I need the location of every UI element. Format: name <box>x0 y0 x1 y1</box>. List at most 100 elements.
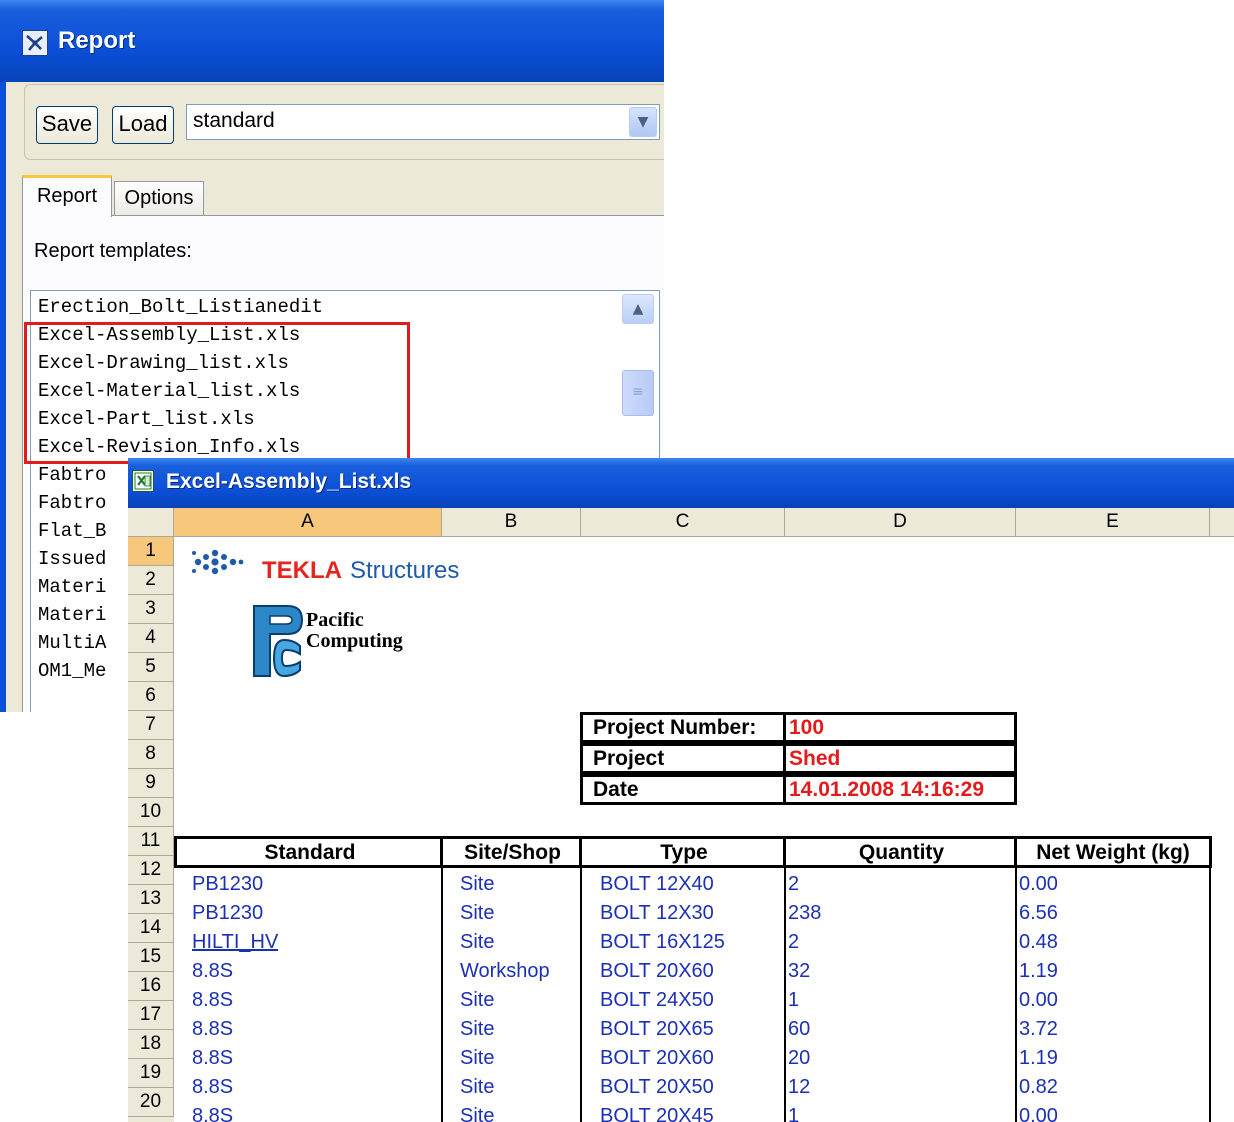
column-header-b[interactable]: B <box>442 508 581 536</box>
row-header[interactable]: 7 <box>128 711 174 740</box>
row-header[interactable]: 3 <box>128 595 174 624</box>
row-header[interactable]: 17 <box>128 1001 174 1030</box>
row-header[interactable]: 11 <box>128 827 174 856</box>
scroll-up-icon[interactable]: ▲ <box>622 294 654 324</box>
row-header[interactable]: 16 <box>128 972 174 1001</box>
cell-standard[interactable]: 8.8S <box>192 1101 233 1122</box>
excel-title-bar[interactable]: Excel-Assembly_List.xls <box>128 458 1234 508</box>
chevron-down-icon[interactable]: ▼ <box>629 107 657 137</box>
cell-type[interactable]: BOLT 16X125 <box>600 927 725 956</box>
project-number-value[interactable]: 100 <box>783 712 1017 743</box>
load-button[interactable]: Load <box>112 106 174 144</box>
cell-net-weight[interactable]: 3.72 <box>1019 1014 1058 1043</box>
cell-type[interactable]: BOLT 20X65 <box>600 1014 714 1043</box>
list-item[interactable]: Fabtro <box>38 492 106 514</box>
list-item[interactable]: Materi <box>38 604 106 626</box>
row-header[interactable]: 14 <box>128 914 174 943</box>
cell-quantity[interactable]: 1 <box>788 1101 799 1122</box>
cell-site-shop[interactable]: Site <box>460 869 494 898</box>
cell-site-shop[interactable]: Site <box>460 985 494 1014</box>
column-title-quantity: Quantity <box>783 836 1017 868</box>
cell-quantity[interactable]: 1 <box>788 985 799 1014</box>
row-header[interactable]: 20 <box>128 1088 174 1117</box>
row-header[interactable]: 1 <box>128 537 174 566</box>
row-header[interactable]: 8 <box>128 740 174 769</box>
column-header-e[interactable]: E <box>1016 508 1210 536</box>
save-button[interactable]: Save <box>36 106 98 144</box>
tekla-brand: TEKLA <box>262 557 342 584</box>
list-item[interactable]: Materi <box>38 576 106 598</box>
cell-type[interactable]: BOLT 12X30 <box>600 898 714 927</box>
cell-site-shop[interactable]: Site <box>460 1014 494 1043</box>
row-header[interactable]: 19 <box>128 1059 174 1088</box>
row-header[interactable]: 13 <box>128 885 174 914</box>
grid-line <box>784 866 786 1122</box>
cell-net-weight[interactable]: 6.56 <box>1019 898 1058 927</box>
cell-standard[interactable]: 8.8S <box>192 1072 233 1101</box>
cell-type[interactable]: BOLT 20X45 <box>600 1101 714 1122</box>
row-header[interactable]: 10 <box>128 798 174 827</box>
column-headers: A B C D E <box>128 508 1234 537</box>
list-item[interactable]: MultiA <box>38 632 106 654</box>
row-header[interactable]: 9 <box>128 769 174 798</box>
preset-value: standard <box>193 109 275 132</box>
column-header-d[interactable]: D <box>785 508 1016 536</box>
cell-net-weight[interactable]: 0.48 <box>1019 927 1058 956</box>
cell-standard[interactable]: 8.8S <box>192 956 233 985</box>
cell-net-weight[interactable]: 0.82 <box>1019 1072 1058 1101</box>
cell-site-shop[interactable]: Site <box>460 1072 494 1101</box>
pacific-computing-line2: Computing <box>306 630 403 652</box>
cell-net-weight[interactable]: 1.19 <box>1019 956 1058 985</box>
cell-quantity[interactable]: 32 <box>788 956 810 985</box>
cell-net-weight[interactable]: 0.00 <box>1019 1101 1058 1122</box>
date-value[interactable]: 14.01.2008 14:16:29 <box>783 774 1017 805</box>
cell-quantity[interactable]: 12 <box>788 1072 810 1101</box>
cell-quantity[interactable]: 238 <box>788 898 821 927</box>
row-header[interactable]: 15 <box>128 943 174 972</box>
cell-type[interactable]: BOLT 24X50 <box>600 985 714 1014</box>
cell-type[interactable]: BOLT 20X60 <box>600 956 714 985</box>
row-header[interactable]: 4 <box>128 624 174 653</box>
scrollbar-thumb[interactable]: ≡ <box>622 370 654 416</box>
cell-site-shop[interactable]: Workshop <box>460 956 550 985</box>
cell-site-shop[interactable]: Site <box>460 1101 494 1122</box>
project-value[interactable]: Shed <box>783 743 1017 774</box>
cell-standard[interactable]: 8.8S <box>192 1043 233 1072</box>
column-header-c[interactable]: C <box>581 508 785 536</box>
list-item[interactable]: Fabtro <box>38 464 106 486</box>
cell-quantity[interactable]: 20 <box>788 1043 810 1072</box>
row-header[interactable]: 6 <box>128 682 174 711</box>
cell-standard[interactable]: HILTI_HV <box>192 927 278 956</box>
cell-quantity[interactable]: 60 <box>788 1014 810 1043</box>
tab-report[interactable]: Report <box>22 175 112 217</box>
list-item[interactable]: Flat_B <box>38 520 106 542</box>
cell-quantity[interactable]: 2 <box>788 869 799 898</box>
row-header[interactable]: 5 <box>128 653 174 682</box>
report-templates-label: Report templates: <box>34 240 192 262</box>
column-header-a[interactable]: A <box>174 508 442 536</box>
cell-site-shop[interactable]: Site <box>460 898 494 927</box>
cell-standard[interactable]: 8.8S <box>192 985 233 1014</box>
row-header[interactable]: 18 <box>128 1030 174 1059</box>
cell-type[interactable]: BOLT 12X40 <box>600 869 714 898</box>
preset-select[interactable]: standard ▼ <box>186 104 660 140</box>
cell-standard[interactable]: PB1230 <box>192 869 263 898</box>
cell-standard[interactable]: 8.8S <box>192 1014 233 1043</box>
cell-type[interactable]: BOLT 20X60 <box>600 1043 714 1072</box>
row-header[interactable]: 12 <box>128 856 174 885</box>
cell-site-shop[interactable]: Site <box>460 927 494 956</box>
cell-net-weight[interactable]: 0.00 <box>1019 985 1058 1014</box>
cell-net-weight[interactable]: 1.19 <box>1019 1043 1058 1072</box>
report-title-bar[interactable]: Report <box>0 0 664 82</box>
list-item[interactable]: Erection_Bolt_Listianedit <box>38 296 323 318</box>
list-item[interactable]: Issued <box>38 548 106 570</box>
cell-site-shop[interactable]: Site <box>460 1043 494 1072</box>
cell-net-weight[interactable]: 0.00 <box>1019 869 1058 898</box>
cell-quantity[interactable]: 2 <box>788 927 799 956</box>
cell-type[interactable]: BOLT 20X50 <box>600 1072 714 1101</box>
list-item[interactable]: OM1_Me <box>38 660 106 682</box>
cell-standard[interactable]: PB1230 <box>192 898 263 927</box>
tab-options[interactable]: Options <box>114 181 204 215</box>
select-all-corner[interactable] <box>128 508 174 536</box>
row-header[interactable]: 2 <box>128 566 174 595</box>
